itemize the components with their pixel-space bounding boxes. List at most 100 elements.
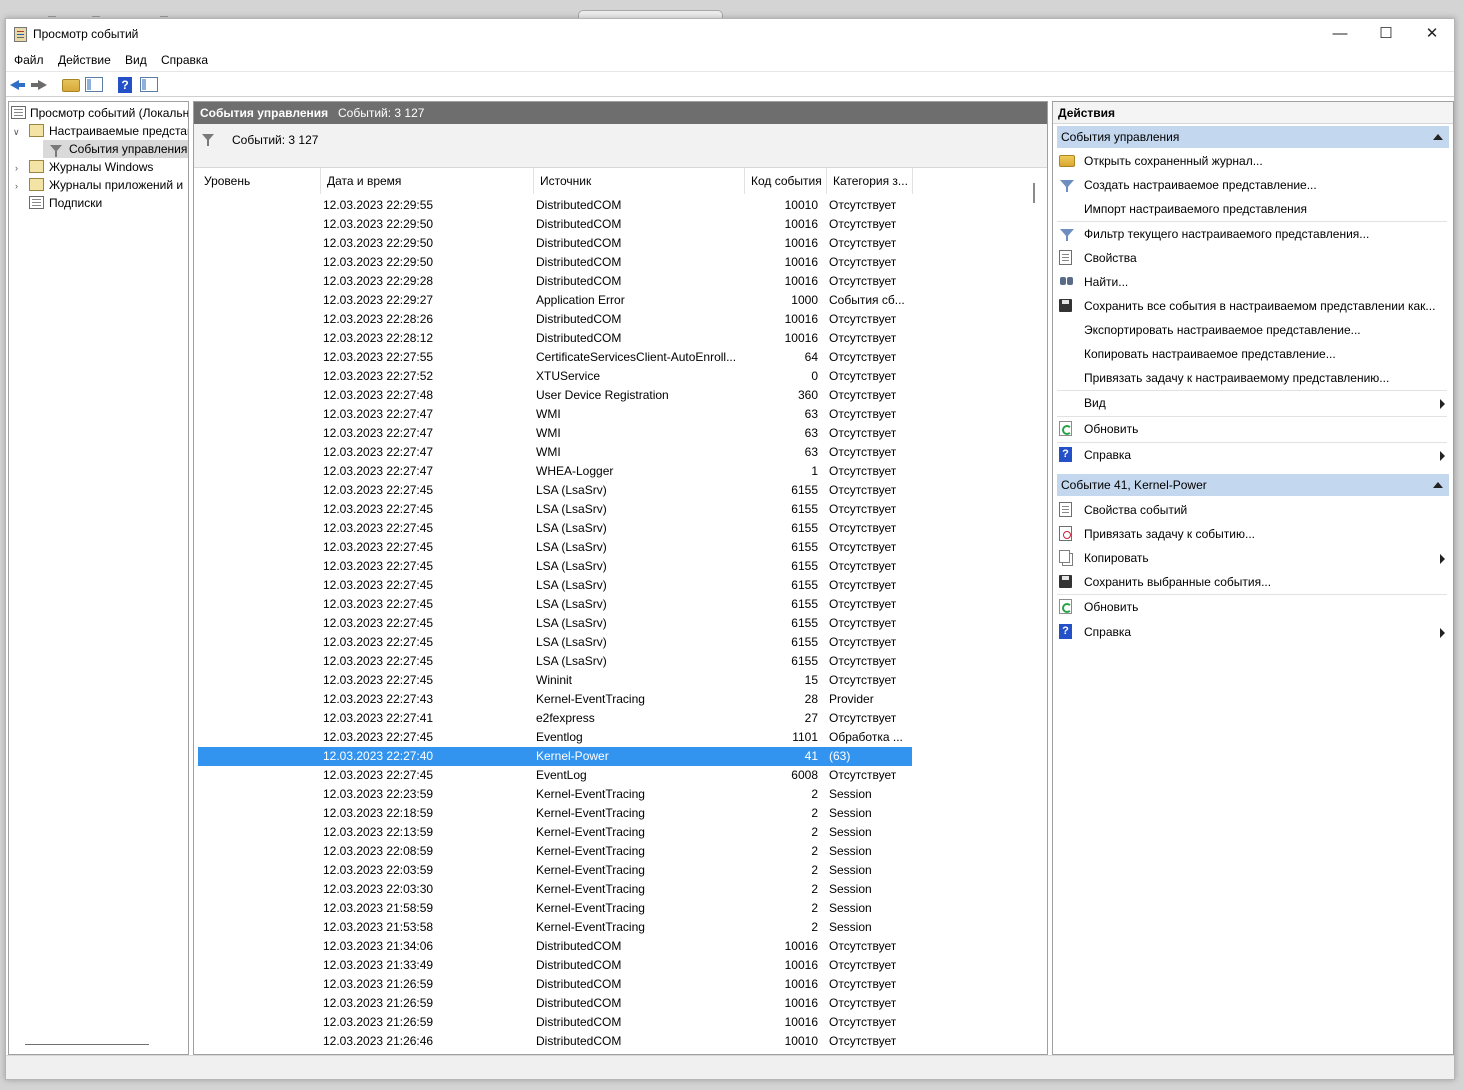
table-row[interactable]: Ошибка12.03.2023 22:29:55DistributedCOM1… bbox=[198, 196, 912, 215]
table-row[interactable]: Ошибка12.03.2023 22:23:59Kernel-EventTra… bbox=[198, 785, 912, 804]
table-row[interactable]: Предупреждение12.03.2023 22:27:45LSA (Ls… bbox=[198, 481, 912, 500]
tree-root[interactable]: Просмотр событий (Локальн bbox=[11, 104, 188, 122]
vertical-scrollbar[interactable] bbox=[1030, 180, 1042, 1050]
table-row[interactable]: Предупреждение12.03.2023 22:27:47WMI63От… bbox=[198, 405, 912, 424]
table-row[interactable]: Ошибка12.03.2023 22:27:52XTUService0Отсу… bbox=[198, 367, 912, 386]
column-datetime[interactable]: Дата и время bbox=[321, 168, 534, 194]
table-row[interactable]: Ошибка12.03.2023 22:03:59Kernel-EventTra… bbox=[198, 861, 912, 880]
table-row[interactable]: Предупреждение12.03.2023 22:27:41e2fexpr… bbox=[198, 709, 912, 728]
close-button[interactable]: ✕ bbox=[1409, 19, 1454, 49]
action-item[interactable]: Создать настраиваемое представление... bbox=[1057, 173, 1449, 197]
tree-windows-logs[interactable]: › Журналы Windows bbox=[11, 158, 188, 177]
table-row[interactable]: Предупреждение12.03.2023 22:29:28Distrib… bbox=[198, 272, 912, 291]
collapse-up-icon[interactable] bbox=[1433, 482, 1443, 488]
table-row[interactable]: Ошибка12.03.2023 21:58:59Kernel-EventTra… bbox=[198, 899, 912, 918]
back-arrow-icon[interactable] bbox=[9, 76, 27, 94]
show-hide-action-pane-icon[interactable] bbox=[140, 77, 158, 92]
action-item[interactable]: Копировать настраиваемое представление..… bbox=[1057, 342, 1449, 366]
source-cell: LSA (LsaSrv) bbox=[536, 483, 607, 497]
action-item[interactable]: Обновить bbox=[1057, 595, 1449, 619]
action-item[interactable]: Привязать задачу к настраиваемому предст… bbox=[1057, 366, 1449, 390]
table-row[interactable]: Предупреждение12.03.2023 21:33:49Distrib… bbox=[198, 956, 912, 975]
column-level[interactable]: Уровень bbox=[198, 168, 321, 194]
table-row[interactable]: Предупреждение12.03.2023 22:27:47WMI63От… bbox=[198, 424, 912, 443]
table-row[interactable]: Предупреждение12.03.2023 22:27:55Certifi… bbox=[198, 348, 912, 367]
column-source[interactable]: Источник bbox=[534, 168, 745, 194]
table-row[interactable]: Предупреждение12.03.2023 22:29:50Distrib… bbox=[198, 215, 912, 234]
action-item[interactable]: Обновить bbox=[1057, 417, 1449, 441]
table-row[interactable]: Предупреждение12.03.2023 21:26:59Distrib… bbox=[198, 994, 912, 1013]
action-item[interactable]: ? Справка bbox=[1057, 620, 1449, 644]
action-item[interactable]: Импорт настраиваемого представления bbox=[1057, 197, 1449, 221]
action-item[interactable]: Найти... bbox=[1057, 270, 1449, 294]
table-row[interactable]: Предупреждение12.03.2023 22:27:45LSA (Ls… bbox=[198, 519, 912, 538]
table-row[interactable]: Ошибка12.03.2023 22:27:45EventLog6008Отс… bbox=[198, 766, 912, 785]
table-row[interactable]: Предупреждение12.03.2023 22:27:45LSA (Ls… bbox=[198, 652, 912, 671]
tree-custom-views[interactable]: ∨ Настраиваемые представ bbox=[11, 122, 188, 141]
table-row[interactable]: Предупреждение12.03.2023 22:28:12Distrib… bbox=[198, 329, 912, 348]
action-item[interactable]: Привязать задачу к событию... bbox=[1057, 522, 1449, 546]
table-row[interactable]: Предупреждение12.03.2023 22:27:47WMI63От… bbox=[198, 443, 912, 462]
table-row[interactable]: Предупреждение12.03.2023 22:27:48User De… bbox=[198, 386, 912, 405]
chevron-right-icon[interactable]: › bbox=[15, 177, 18, 195]
table-row[interactable]: Ошибка12.03.2023 22:29:27Application Err… bbox=[198, 291, 912, 310]
table-row[interactable]: Предупреждение12.03.2023 22:28:26Distrib… bbox=[198, 310, 912, 329]
chevron-down-icon[interactable]: ∨ bbox=[13, 123, 20, 141]
tree-app-logs[interactable]: › Журналы приложений и bbox=[11, 176, 188, 195]
action-item[interactable]: Экспортировать настраиваемое представлен… bbox=[1057, 318, 1449, 342]
menu-file[interactable]: Файл bbox=[14, 53, 44, 67]
table-row[interactable]: Предупреждение12.03.2023 22:27:45LSA (Ls… bbox=[198, 633, 912, 652]
table-row[interactable]: Предупреждение12.03.2023 22:27:45LSA (Ls… bbox=[198, 500, 912, 519]
column-task-category[interactable]: Категория з... bbox=[827, 168, 913, 194]
table-row[interactable]: Предупреждение12.03.2023 22:27:45Wininit… bbox=[198, 671, 912, 690]
actions-section-admin-events[interactable]: События управления bbox=[1057, 126, 1449, 148]
table-row[interactable]: Ошибка12.03.2023 22:13:59Kernel-EventTra… bbox=[198, 823, 912, 842]
collapse-up-icon[interactable] bbox=[1433, 134, 1443, 140]
action-item[interactable]: Фильтр текущего настраиваемого представл… bbox=[1057, 222, 1449, 246]
scrollbar-thumb[interactable] bbox=[1033, 183, 1035, 203]
action-item[interactable]: Копировать bbox=[1057, 546, 1449, 570]
table-row[interactable]: Предупреждение12.03.2023 22:27:45LSA (Ls… bbox=[198, 595, 912, 614]
actions-section-event[interactable]: Событие 41, Kernel-Power bbox=[1057, 474, 1449, 496]
table-row[interactable]: Ошибка12.03.2023 21:26:46DistributedCOM1… bbox=[198, 1032, 912, 1051]
forward-arrow-icon[interactable] bbox=[30, 76, 48, 94]
tree-admin-events[interactable]: События управления bbox=[43, 140, 188, 158]
action-item[interactable]: ? Справка bbox=[1057, 443, 1449, 467]
table-row[interactable]: Ошибка12.03.2023 22:27:47WHEA-Logger1Отс… bbox=[198, 462, 912, 481]
action-item[interactable]: Сохранить выбранные события... bbox=[1057, 570, 1449, 594]
title-bar[interactable]: Просмотр событий — ☐ ✕ bbox=[6, 19, 1454, 49]
menu-view[interactable]: Вид bbox=[125, 53, 147, 67]
action-item[interactable]: Открыть сохраненный журнал... bbox=[1057, 149, 1449, 173]
action-item[interactable]: Свойства bbox=[1057, 246, 1449, 270]
table-row[interactable]: Предупреждение12.03.2023 21:34:06Distrib… bbox=[198, 937, 912, 956]
table-row[interactable]: Предупреждение12.03.2023 22:27:45LSA (Ls… bbox=[198, 557, 912, 576]
table-row[interactable]: Предупреждение12.03.2023 22:27:45LSA (Ls… bbox=[198, 538, 912, 557]
chevron-right-icon[interactable]: › bbox=[15, 159, 18, 177]
tree-subscriptions[interactable]: Подписки bbox=[11, 194, 188, 212]
table-row[interactable]: Критический12.03.2023 22:27:40Kernel-Pow… bbox=[198, 747, 912, 766]
help-icon[interactable]: ? bbox=[118, 77, 132, 93]
table-row[interactable]: Предупреждение12.03.2023 22:29:50Distrib… bbox=[198, 234, 912, 253]
up-folder-icon[interactable] bbox=[62, 79, 80, 92]
table-row[interactable]: Предупреждение12.03.2023 21:26:59Distrib… bbox=[198, 1013, 912, 1032]
table-row[interactable]: Ошибка12.03.2023 22:27:43Kernel-EventTra… bbox=[198, 690, 912, 709]
column-event-id[interactable]: Код события bbox=[745, 168, 827, 194]
action-item[interactable]: Свойства событий bbox=[1057, 498, 1449, 522]
action-item[interactable]: Сохранить все события в настраиваемом пр… bbox=[1057, 294, 1449, 318]
table-row[interactable]: Ошибка12.03.2023 22:18:59Kernel-EventTra… bbox=[198, 804, 912, 823]
table-row[interactable]: Предупреждение12.03.2023 22:27:45LSA (Ls… bbox=[198, 614, 912, 633]
menu-action[interactable]: Действие bbox=[58, 53, 111, 67]
table-row[interactable]: Ошибка12.03.2023 22:08:59Kernel-EventTra… bbox=[198, 842, 912, 861]
maximize-button[interactable]: ☐ bbox=[1363, 19, 1409, 49]
table-row[interactable]: Ошибка12.03.2023 22:03:30Kernel-EventTra… bbox=[198, 880, 912, 899]
horizontal-scrollbar[interactable] bbox=[25, 1044, 149, 1045]
table-row[interactable]: Предупреждение12.03.2023 22:29:50Distrib… bbox=[198, 253, 912, 272]
action-item[interactable]: Вид bbox=[1057, 391, 1449, 415]
table-row[interactable]: Ошибка12.03.2023 21:53:58Kernel-EventTra… bbox=[198, 918, 912, 937]
table-row[interactable]: Ошибка12.03.2023 22:27:45Eventlog1101Обр… bbox=[198, 728, 912, 747]
table-row[interactable]: Предупреждение12.03.2023 22:27:45LSA (Ls… bbox=[198, 576, 912, 595]
table-row[interactable]: Предупреждение12.03.2023 21:26:59Distrib… bbox=[198, 975, 912, 994]
minimize-button[interactable]: — bbox=[1317, 19, 1363, 49]
menu-help[interactable]: Справка bbox=[161, 53, 208, 67]
show-hide-tree-icon[interactable] bbox=[85, 77, 103, 92]
